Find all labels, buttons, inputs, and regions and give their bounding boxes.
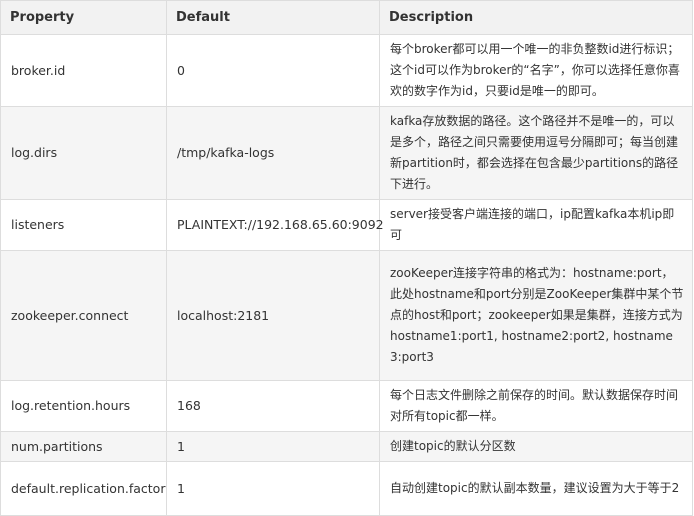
property-cell: num.partitions xyxy=(0,431,167,462)
default-cell: 168 xyxy=(166,380,380,432)
default-cell: 1 xyxy=(166,461,380,516)
description-cell: 每个broker都可以用一个唯一的非负整数id进行标识；这个id可以作为brok… xyxy=(379,34,693,107)
column-header-property: Property xyxy=(0,0,167,35)
description-cell: 每个日志文件删除之前保存的时间。默认数据保存时间对所有topic都一样。 xyxy=(379,380,693,432)
property-cell: broker.id xyxy=(0,34,167,107)
default-cell: PLAINTEXT://192.168.65.60:9092 xyxy=(166,199,384,251)
default-cell: localhost:2181 xyxy=(166,250,380,381)
default-cell: 0 xyxy=(166,34,380,107)
property-cell: default.replication.factor xyxy=(0,461,167,516)
config-table: Property Default Description broker.id 0… xyxy=(0,0,693,516)
table-row: default.replication.factor 1 自动创建topic的默… xyxy=(0,461,693,516)
description-cell: zooKeeper连接字符串的格式为：hostname:port，此处hostn… xyxy=(379,250,693,381)
default-cell: /tmp/kafka-logs xyxy=(166,106,380,200)
table-row: broker.id 0 每个broker都可以用一个唯一的非负整数id进行标识；… xyxy=(0,34,693,107)
description-cell: server接受客户端连接的端口，ip配置kafka本机ip即可 xyxy=(379,199,693,251)
table-header-row: Property Default Description xyxy=(0,0,693,35)
table-row: num.partitions 1 创建topic的默认分区数 xyxy=(0,431,693,462)
table-row: log.dirs /tmp/kafka-logs kafka存放数据的路径。这个… xyxy=(0,106,693,200)
description-cell: 创建topic的默认分区数 xyxy=(379,431,693,462)
table-row: listeners PLAINTEXT://192.168.65.60:9092… xyxy=(0,199,693,251)
description-cell: 自动创建topic的默认副本数量，建议设置为大于等于2 xyxy=(379,461,693,516)
default-cell: 1 xyxy=(166,431,380,462)
table-row: log.retention.hours 168 每个日志文件删除之前保存的时间。… xyxy=(0,380,693,432)
property-cell: log.dirs xyxy=(0,106,167,200)
property-cell: zookeeper.connect xyxy=(0,250,167,381)
column-header-default: Default xyxy=(166,0,380,35)
property-cell: log.retention.hours xyxy=(0,380,167,432)
property-cell: listeners xyxy=(0,199,167,251)
column-header-description: Description xyxy=(379,0,693,35)
description-cell: kafka存放数据的路径。这个路径并不是唯一的，可以是多个，路径之间只需要使用逗… xyxy=(379,106,693,200)
table-row: zookeeper.connect localhost:2181 zooKeep… xyxy=(0,250,693,381)
